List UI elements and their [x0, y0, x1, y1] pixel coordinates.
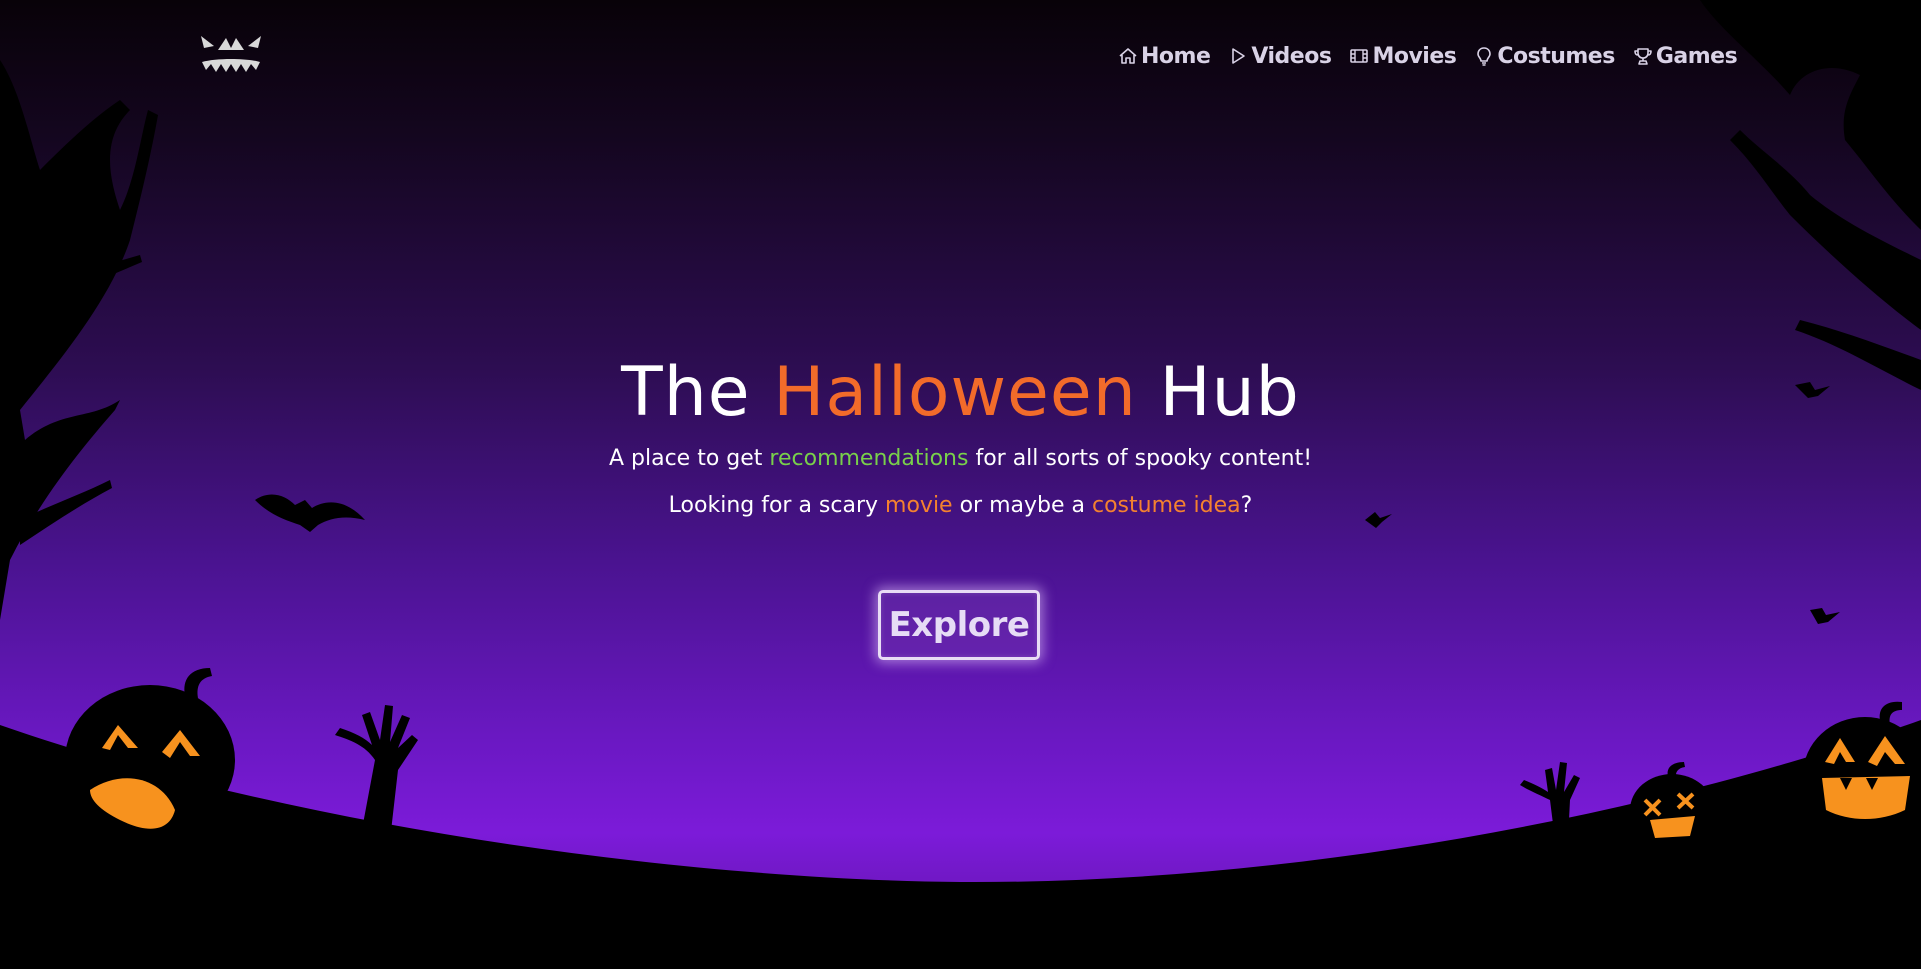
title-suffix: Hub	[1136, 353, 1300, 432]
hero-tagline: A place to get recommendations for all s…	[0, 444, 1921, 474]
nav-movies[interactable]: Movies	[1349, 43, 1457, 69]
tagline-highlight: recommendations	[769, 446, 969, 471]
film-icon	[1350, 49, 1369, 63]
question-suffix: ?	[1240, 493, 1253, 518]
home-icon	[1119, 48, 1137, 64]
hero-section: The Halloween Hub A place to get recomme…	[0, 346, 1921, 521]
tagline-prefix: A place to get	[608, 446, 770, 471]
nav-games[interactable]: Games	[1633, 43, 1738, 69]
trophy-icon	[1634, 48, 1652, 65]
small-right-pumpkin	[1630, 762, 1714, 846]
ground-silhouette	[0, 720, 1921, 969]
lightbulb-icon	[1477, 47, 1492, 66]
title-prefix: The	[621, 353, 774, 432]
movie-link[interactable]: movie	[885, 493, 953, 518]
play-icon	[1232, 48, 1246, 64]
nav-costumes-label: Costumes	[1497, 43, 1615, 69]
hero-question: Looking for a scary movie or maybe a cos…	[0, 491, 1921, 521]
nav-costumes[interactable]: Costumes	[1474, 43, 1615, 69]
pumpkin-face-logo[interactable]	[196, 28, 266, 82]
nav-games-label: Games	[1655, 43, 1738, 69]
nav-videos[interactable]: Videos	[1228, 43, 1332, 69]
left-tree-silhouette	[0, 60, 158, 620]
nav-movies-label: Movies	[1372, 43, 1457, 69]
big-right-pumpkin	[1803, 701, 1921, 833]
tagline-suffix: for all sorts of spooky content!	[968, 446, 1313, 471]
title-highlight: Halloween	[773, 353, 1137, 432]
left-pumpkin	[65, 668, 235, 835]
hero-background: Home Videos Movies Costumes Games The Ha…	[0, 0, 1921, 969]
question-prefix: Looking for a scary	[668, 493, 886, 518]
nav-home-label: Home	[1141, 43, 1211, 69]
costume-idea-link[interactable]: costume idea	[1092, 493, 1241, 518]
explore-button[interactable]: Explore	[878, 590, 1040, 660]
page-title: The Halloween Hub	[0, 346, 1921, 440]
main-navigation: Home Videos Movies Costumes Games	[1118, 38, 1738, 74]
nav-home[interactable]: Home	[1118, 43, 1211, 69]
question-middle: or maybe a	[952, 493, 1092, 518]
nav-videos-label: Videos	[1251, 43, 1332, 69]
